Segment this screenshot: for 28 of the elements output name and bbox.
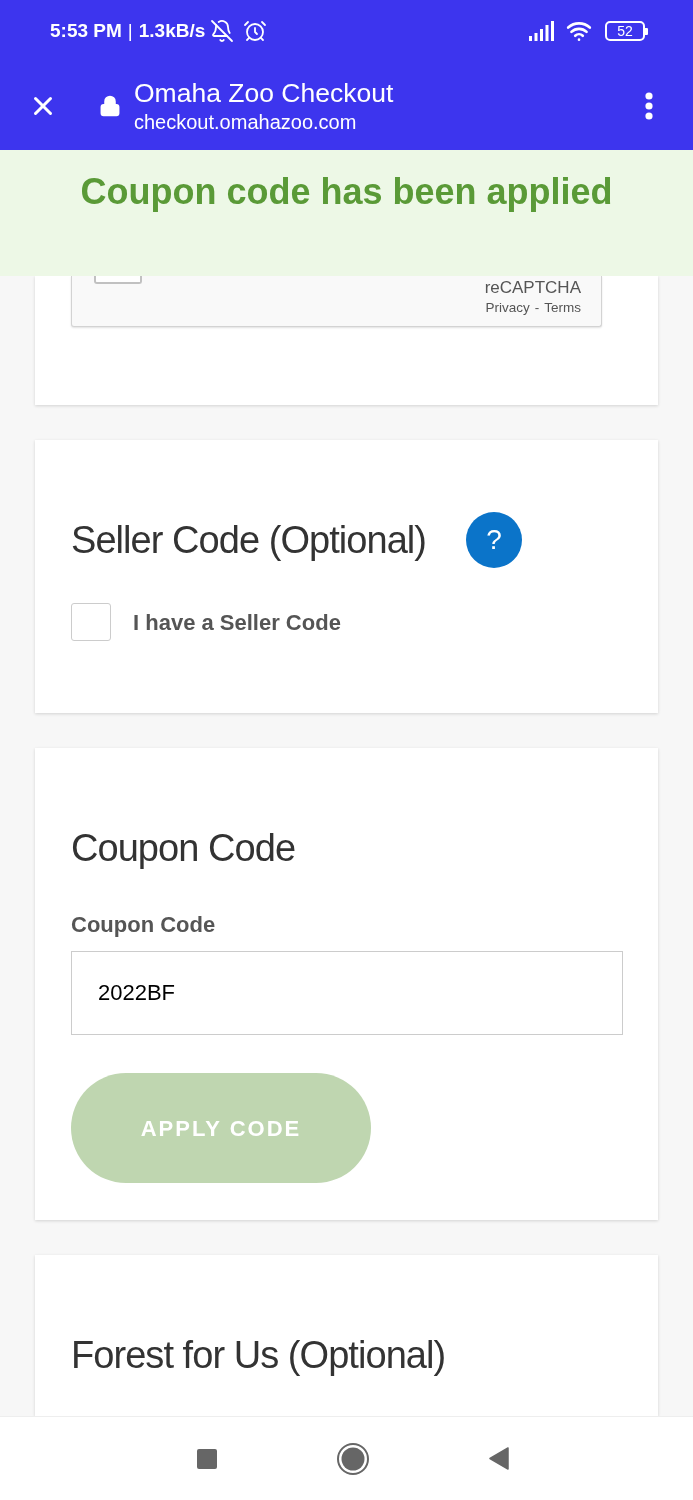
terms-link[interactable]: Terms <box>544 299 581 317</box>
captcha-checkbox[interactable] <box>94 276 142 284</box>
network-speed: 1.3kB/s <box>138 18 206 43</box>
battery-indicator: 52 <box>605 21 645 41</box>
seller-code-checkbox[interactable] <box>71 603 111 641</box>
page-title: Omaha Zoo Checkout <box>134 77 395 109</box>
privacy-link[interactable]: Privacy <box>485 299 530 317</box>
field-label: Coupon Code <box>71 912 216 938</box>
coupon-code-field[interactable]: 2022BF <box>71 951 623 1035</box>
recaptcha-label: reCAPTCHA <box>484 277 581 299</box>
bell-off-icon <box>210 19 235 43</box>
help-button[interactable]: ? <box>466 512 523 568</box>
page-url: checkout.omahazoo.com <box>134 110 358 135</box>
status-time: 5:53 PM <box>50 18 122 43</box>
back-triangle-icon[interactable] <box>488 1447 509 1470</box>
signal-icon <box>529 21 555 41</box>
alarm-clock-icon <box>243 19 268 43</box>
lock-icon <box>99 94 121 118</box>
home-circle-icon[interactable] <box>336 1442 369 1475</box>
toast-message: Coupon code has been applied <box>80 170 613 214</box>
status-separator: | <box>127 18 133 43</box>
section-heading: Forest for Us (Optional) <box>71 1333 446 1378</box>
section-heading: Coupon Code <box>71 826 296 871</box>
checkbox-label: I have a Seller Code <box>133 608 341 637</box>
link-separator: - <box>534 299 540 317</box>
recents-square-icon[interactable] <box>196 1448 217 1469</box>
menu-icon <box>645 92 653 120</box>
section-heading: Seller Code (Optional) <box>71 518 427 563</box>
